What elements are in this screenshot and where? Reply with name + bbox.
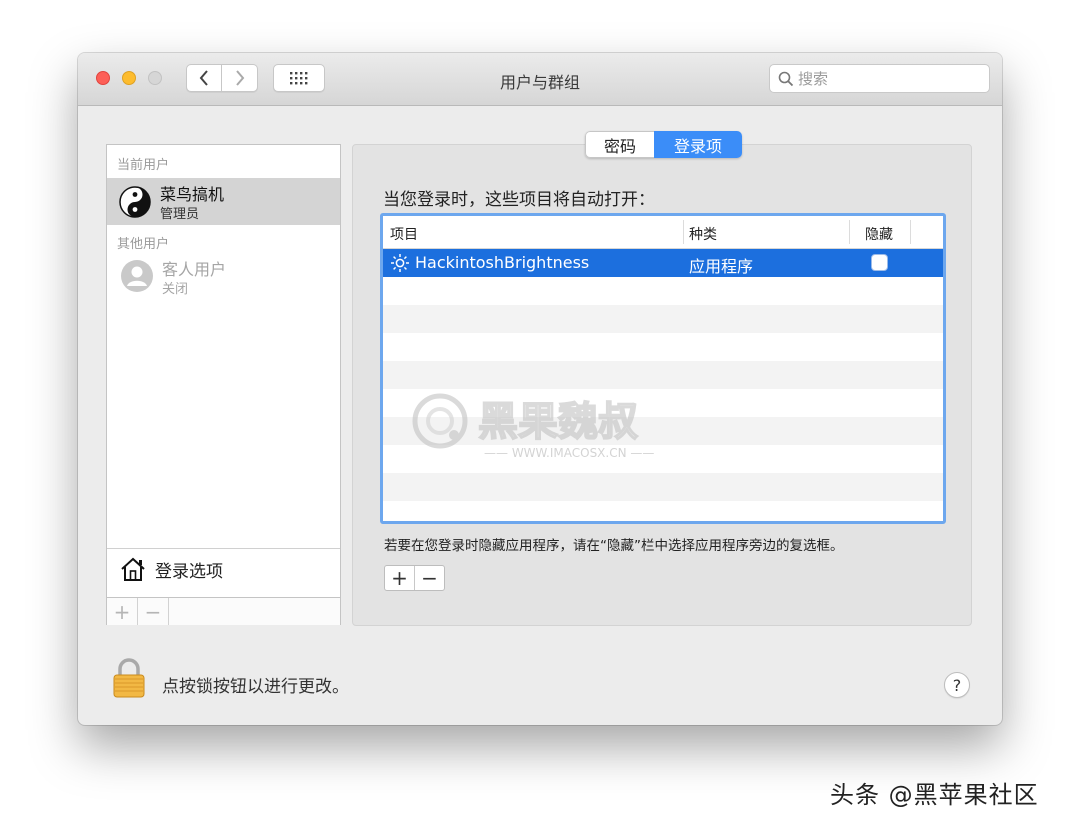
row-item-kind: 应用程序 [689, 257, 754, 276]
tab-bar: 密码 登录项 [585, 131, 742, 158]
remove-login-item-button[interactable]: − [415, 566, 444, 590]
avatar [119, 186, 151, 218]
user-item-current[interactable]: 菜鸟搞机 管理员 [107, 178, 340, 225]
empty-row [383, 361, 943, 389]
column-divider [849, 220, 850, 244]
column-header-kind[interactable]: 种类 [689, 224, 717, 244]
column-header-item[interactable]: 项目 [390, 224, 418, 244]
guest-user-name: 客人用户 [162, 260, 227, 279]
guest-avatar-icon [121, 260, 153, 292]
other-users-header: 其他用户 [117, 237, 170, 252]
empty-row [383, 389, 943, 417]
column-header-hide[interactable]: 隐藏 [865, 224, 893, 244]
login-items-add-remove: + − [384, 565, 445, 591]
empty-row [383, 501, 943, 521]
lock-icon[interactable] [112, 658, 146, 698]
empty-row [383, 473, 943, 501]
search-placeholder: 搜索 [798, 70, 829, 88]
empty-row [383, 305, 943, 333]
brightness-icon [391, 254, 409, 272]
search-icon [778, 71, 794, 86]
sidebar-add-remove: + − [107, 597, 340, 625]
tab-login-items[interactable]: 登录项 [654, 131, 742, 158]
help-button[interactable]: ? [944, 672, 970, 698]
login-items-heading: 当您登录时，这些项目将自动打开： [383, 190, 655, 210]
login-options-label: 登录选项 [155, 561, 223, 582]
login-items-hint: 若要在您登录时隐藏应用程序，请在“隐藏”栏中选择应用程序旁边的复选框。 [384, 538, 844, 554]
remove-user-button[interactable]: − [138, 598, 169, 625]
login-options-item[interactable]: 登录选项 [119, 555, 223, 583]
table-row[interactable]: HackintoshBrightness 应用程序 [383, 249, 943, 277]
add-user-button[interactable]: + [107, 598, 138, 625]
current-users-header: 当前用户 [117, 158, 170, 173]
divider [107, 548, 340, 549]
hide-checkbox[interactable] [871, 254, 888, 271]
guest-user-status: 关闭 [162, 282, 189, 297]
column-divider [910, 220, 911, 244]
preferences-window: 用户与群组 搜索 当前用户 菜鸟搞机 管理员 其他用户 客人用户 关闭 登录选项… [78, 53, 1002, 725]
current-user-role: 管理员 [160, 207, 200, 222]
empty-row [383, 445, 943, 473]
table-header: 项目 种类 隐藏 [383, 216, 943, 249]
empty-row [383, 277, 943, 305]
tab-password[interactable]: 密码 [585, 131, 654, 158]
users-sidebar: 当前用户 菜鸟搞机 管理员 其他用户 客人用户 关闭 登录选项 + − [106, 144, 341, 625]
titlebar: 用户与群组 搜索 [78, 53, 1002, 106]
empty-row [383, 417, 943, 445]
current-user-name: 菜鸟搞机 [160, 185, 225, 204]
source-credit: 头条 @黑苹果社区 [830, 781, 1039, 809]
add-login-item-button[interactable]: + [385, 566, 415, 590]
lock-hint-text: 点按锁按钮以进行更改。 [162, 677, 349, 697]
column-divider [683, 220, 684, 244]
search-field[interactable]: 搜索 [769, 64, 990, 93]
empty-row [383, 333, 943, 361]
user-item-guest[interactable]: 客人用户 关闭 [107, 253, 340, 299]
house-icon [121, 557, 145, 581]
row-item-name: HackintoshBrightness [415, 253, 590, 272]
login-items-table[interactable]: 项目 种类 隐藏 HackintoshBrightness 应用程序 [380, 213, 946, 524]
